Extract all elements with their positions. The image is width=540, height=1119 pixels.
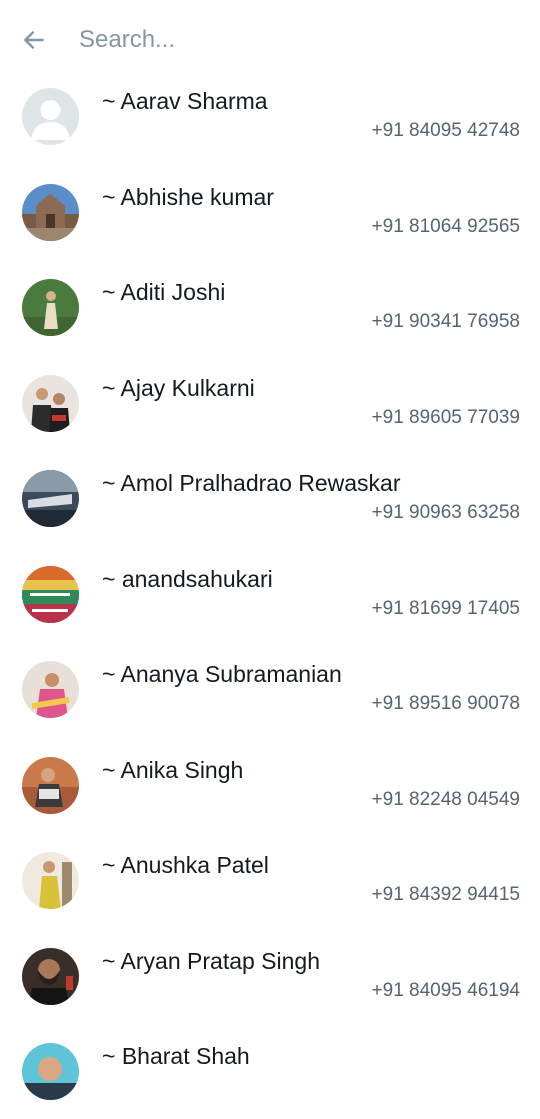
contact-row[interactable]: ~ Ajay Kulkarni +91 89605 77039	[0, 355, 540, 451]
avatar	[22, 852, 79, 909]
avatar	[22, 374, 79, 432]
default-person-icon	[22, 88, 79, 145]
contact-name: ~ Bharat Shah	[102, 1043, 250, 1069]
contact-phone: +91 81064 92565	[371, 215, 520, 237]
contact-phone: +91 89605 77039	[371, 406, 520, 428]
contact-name: ~ Ajay Kulkarni	[102, 374, 255, 401]
avatar	[22, 947, 79, 1005]
contact-name: ~ Amol Pralhadrao Rewaskar	[102, 470, 401, 496]
avatar	[22, 661, 79, 718]
contact-name: ~ Aditi Joshi	[102, 279, 226, 305]
contact-name: ~ Ananya Subramanian	[102, 661, 342, 687]
contact-phone: +91 84095 46194	[371, 979, 520, 1001]
contact-phone: +91 81699 17405	[371, 597, 520, 619]
contact-row[interactable]: ~ Aditi Joshi +91 90341 76958	[0, 259, 540, 355]
contact-name: ~ Aarav Sharma	[102, 88, 268, 114]
contact-name: ~ Anushka Patel	[102, 852, 269, 878]
contact-name: ~ anandsahukari	[102, 565, 273, 592]
contact-row[interactable]: ~ Abhishe kumar +91 81064 92565	[0, 164, 540, 260]
contact-row[interactable]: ~ Amol Pralhadrao Rewaskar +91 90963 632…	[0, 450, 540, 546]
avatar	[22, 565, 79, 623]
arrow-left-icon	[24, 31, 44, 49]
contact-row[interactable]: ~ anandsahukari +91 81699 17405	[0, 546, 540, 642]
avatar	[22, 1043, 79, 1100]
contact-row[interactable]: ~ Bharat Shah	[0, 1023, 540, 1119]
contact-phone: +91 90341 76958	[371, 311, 520, 332]
contact-name: ~ Anika Singh	[102, 756, 244, 783]
contact-phone: +91 89516 90078	[371, 693, 520, 714]
contact-phone: +91 90963 63258	[371, 502, 520, 523]
contact-name: ~ Aryan Pratap Singh	[102, 947, 321, 974]
contact-row[interactable]: ~ Ananya Subramanian +91 89516 90078	[0, 641, 540, 737]
contact-row[interactable]: ~ Anushka Patel +91 84392 94415	[0, 832, 540, 928]
contact-row[interactable]: ~ Anika Singh +91 82248 04549	[0, 737, 540, 833]
contact-list: ~ Aarav Sharma +91 84095 42748 ~ Abhishe…	[0, 68, 540, 1119]
avatar	[22, 470, 79, 527]
contact-name: ~ Abhishe kumar	[102, 183, 274, 210]
avatar	[22, 183, 79, 241]
contact-row[interactable]: ~ Aarav Sharma +91 84095 42748	[0, 68, 540, 164]
search-input[interactable]	[79, 20, 499, 60]
contact-phone: +91 84392 94415	[371, 884, 520, 905]
avatar	[22, 279, 79, 336]
contact-phone: +91 82248 04549	[371, 788, 520, 810]
contact-row[interactable]: ~ Aryan Pratap Singh +91 84095 46194	[0, 928, 540, 1024]
contact-phone: +91 84095 42748	[371, 120, 520, 141]
avatar	[22, 756, 79, 814]
back-button[interactable]	[18, 24, 50, 56]
